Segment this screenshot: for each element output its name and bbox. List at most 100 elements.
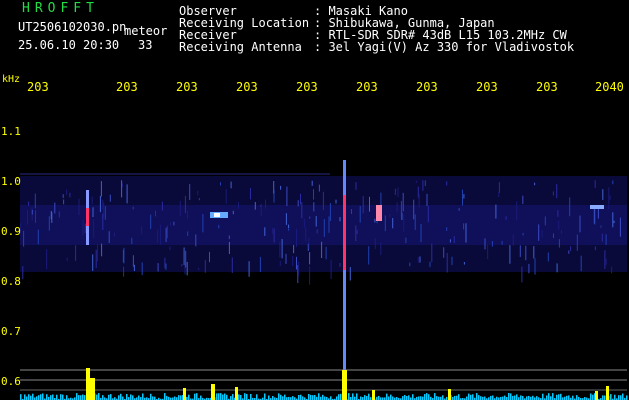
noise-streak — [594, 180, 596, 188]
noise-floor-bar — [336, 396, 338, 400]
noise-floor-bar — [550, 396, 552, 400]
noise-floor-bar — [40, 394, 42, 400]
noise-floor-bar — [366, 396, 368, 400]
noise-streak — [308, 237, 310, 249]
noise-floor-bar — [282, 396, 284, 400]
noise-floor-bar — [244, 393, 246, 400]
noise-streak — [69, 192, 71, 198]
noise-streak — [95, 249, 97, 268]
noise-streak — [157, 263, 159, 272]
noise-floor-bar — [468, 393, 470, 400]
noise-streak — [22, 266, 24, 280]
noise-streak — [92, 254, 94, 271]
noise-floor-bar — [418, 396, 420, 400]
noise-streak — [272, 227, 274, 235]
noise-floor-bar — [390, 394, 392, 400]
noise-streak — [561, 230, 562, 234]
noise-floor-bar — [30, 395, 32, 400]
noise-streak — [97, 244, 98, 262]
noise-streak — [309, 216, 311, 219]
noise-floor-bar — [426, 393, 428, 400]
frequency-tick: 0.9 — [1, 225, 21, 238]
axis-unit-label: kHz — [2, 74, 21, 85]
noise-streak — [538, 224, 540, 241]
noise-streak — [498, 182, 500, 193]
noise-streak — [443, 247, 445, 258]
noise-streak — [159, 224, 161, 245]
noise-streak — [35, 210, 36, 223]
noise-floor-bar — [166, 395, 168, 400]
noise-streak — [280, 185, 282, 190]
noise-streak — [402, 192, 404, 212]
noise-streak — [339, 263, 341, 267]
noise-floor-bar — [428, 394, 430, 400]
noise-streak — [516, 201, 518, 221]
noise-streak — [232, 210, 234, 215]
noise-floor-bar — [542, 393, 544, 400]
noise-floor-bar — [536, 396, 538, 400]
noise-floor-bar — [360, 396, 362, 400]
noise-streak — [293, 245, 295, 254]
meteor-echo-2-core — [214, 213, 220, 217]
noise-streak — [305, 227, 307, 242]
noise-streak — [552, 191, 554, 196]
noise-floor-bar — [364, 395, 366, 400]
noise-floor-bar — [224, 393, 226, 400]
noise-floor-bar — [592, 394, 594, 400]
noise-floor-bar — [610, 394, 612, 400]
noise-floor-bar — [108, 394, 110, 400]
noise-streak — [374, 238, 376, 249]
noise-streak — [458, 208, 460, 211]
noise-floor-bar — [512, 395, 514, 400]
noise-streak — [556, 263, 558, 273]
noise-floor-bar — [618, 395, 620, 400]
noise-floor-bar — [356, 393, 358, 400]
noise-streak — [491, 241, 493, 247]
noise-streak — [426, 193, 428, 206]
noise-floor-bar — [80, 395, 82, 400]
noise-streak — [318, 184, 320, 192]
noise-floor-bar — [62, 394, 64, 400]
frequency-tick: 0.6 — [1, 375, 21, 388]
noise-streak — [198, 267, 200, 271]
noise-floor-bar — [200, 395, 202, 400]
noise-floor-bar — [318, 393, 320, 400]
noise-floor-bar — [20, 394, 22, 400]
noise-streak — [396, 202, 398, 213]
noise-streak — [522, 195, 524, 204]
noise-floor-bar — [504, 395, 506, 400]
level-bar — [595, 391, 598, 400]
noise-streak — [612, 180, 614, 185]
noise-streak — [322, 191, 324, 210]
noise-streak — [238, 202, 239, 209]
noise-floor-bar — [492, 395, 494, 400]
noise-streak — [414, 214, 416, 230]
noise-streak — [279, 261, 281, 266]
noise-streak — [597, 208, 599, 219]
noise-streak — [362, 196, 364, 214]
noise-streak — [165, 263, 167, 270]
noise-floor-bar — [614, 394, 616, 400]
noise-floor-bar — [230, 396, 232, 400]
noise-streak — [273, 228, 275, 243]
noise-floor-bar — [118, 395, 120, 400]
level-bar — [448, 389, 451, 400]
noise-streak — [528, 263, 530, 274]
noise-streak — [46, 249, 48, 270]
noise-streak — [186, 261, 188, 276]
noise-floor-bar — [558, 394, 560, 400]
noise-streak — [228, 241, 230, 254]
noise-streak — [594, 246, 596, 251]
noise-streak — [335, 199, 337, 204]
noise-streak — [250, 188, 251, 200]
noise-floor-bar — [412, 394, 414, 400]
info-value-antenna: : 3el Yagi(V) Az 330 for Vladivostok — [314, 40, 575, 54]
noise-streak — [309, 266, 311, 285]
noise-floor-bar — [122, 396, 124, 400]
noise-streak — [392, 218, 394, 229]
noise-floor-bar — [470, 394, 472, 400]
noise-streak — [323, 219, 325, 237]
noise-streak — [313, 189, 314, 200]
noise-streak — [259, 256, 261, 272]
noise-streak — [58, 211, 60, 218]
